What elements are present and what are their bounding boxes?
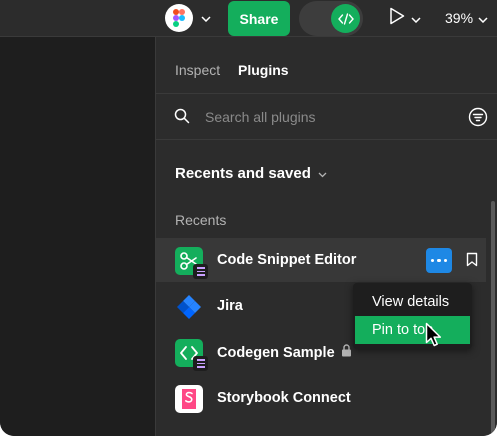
jira-icon [175,293,203,321]
badge-icon [193,356,208,371]
badge-icon [193,264,208,279]
plugin-name: Codegen Sample [217,344,352,361]
present-button[interactable] [389,7,421,30]
tab-inspect[interactable]: Inspect [175,62,220,78]
plugin-row-storybook-connect[interactable]: Storybook Connect [156,376,486,420]
dev-mode-toggle[interactable] [299,1,363,36]
search-icon [174,108,190,129]
filter-icon[interactable] [468,107,488,132]
storybook-icon [175,385,203,413]
scissors-icon [175,247,208,279]
panel-tabs: Inspect Plugins [156,37,497,94]
code-icon [331,4,360,33]
plugin-name: Jira [217,298,243,314]
main-menu-button[interactable] [165,4,217,32]
menu-item-view-details[interactable]: View details [353,288,472,316]
tab-plugins[interactable]: Plugins [238,62,289,78]
chevron-down-icon [201,9,211,27]
more-options-button[interactable] [426,248,452,273]
lock-icon [341,344,352,361]
plugin-context-menu: View details Pin to top [353,283,472,349]
recents-label: Recents [175,212,227,228]
figma-logo-icon [165,4,193,32]
chevron-down-icon [411,10,421,28]
chevron-down-icon [318,165,327,182]
plugin-row-code-snippet-editor[interactable]: Code Snippet Editor [156,238,486,282]
code-brackets-icon [175,339,208,371]
search-bar [156,94,497,140]
share-button[interactable]: Share [228,1,290,36]
mouse-pointer-icon [425,322,443,353]
bookmark-icon[interactable] [466,252,478,272]
plugins-panel: Inspect Plugins Recents and saved Recent… [155,37,497,436]
plugin-name: Storybook Connect [217,390,351,406]
section-title: Recents and saved [175,165,311,182]
recents-and-saved-dropdown[interactable]: Recents and saved [175,165,327,182]
plugin-name: Code Snippet Editor [217,252,357,268]
search-input[interactable] [205,107,455,127]
toolbar: Share 39% [0,0,497,37]
chevron-down-icon [478,10,488,26]
canvas-area[interactable] [0,37,155,436]
play-icon [389,7,405,30]
zoom-level: 39% [445,10,474,26]
zoom-menu[interactable]: 39% [445,10,488,26]
plugin-name-text: Codegen Sample [217,344,335,361]
scrollbar[interactable] [491,201,495,436]
app-window: Share 39% Inspect Plugins Search all plu… [0,0,497,436]
menu-item-pin-to-top[interactable]: Pin to top [355,316,470,344]
